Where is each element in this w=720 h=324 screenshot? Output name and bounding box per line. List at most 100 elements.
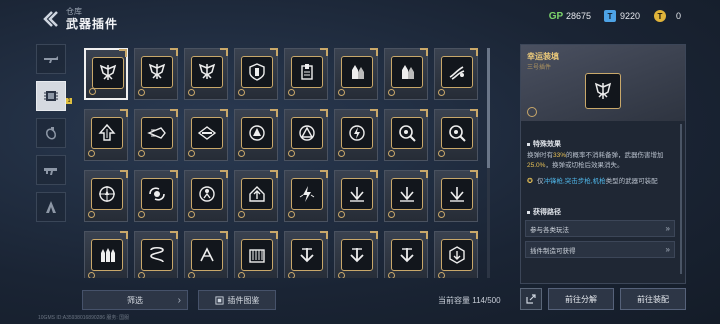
- effect-title: 特殊效果: [527, 139, 561, 149]
- plugin-slot[interactable]: [184, 109, 228, 161]
- lock-badge-icon: [238, 89, 245, 96]
- rarity-corner: [320, 170, 328, 178]
- chip-icon: [44, 91, 58, 101]
- page-title: 武器插件: [66, 17, 119, 31]
- character-icon: [46, 201, 56, 213]
- lock-badge-icon: [338, 272, 345, 278]
- plugin-slot[interactable]: [334, 170, 378, 222]
- plugin-slot[interactable]: [134, 109, 178, 161]
- gp-icon: GP: [548, 10, 564, 22]
- plugin-slot[interactable]: [434, 109, 478, 161]
- route-item[interactable]: 插件制造可获得 »: [525, 241, 675, 258]
- filter-button[interactable]: 筛选 ›: [82, 290, 188, 310]
- lock-badge-icon: [388, 211, 395, 218]
- plugin-slot[interactable]: [384, 48, 428, 100]
- plugin-slot[interactable]: [284, 170, 328, 222]
- plugin-slot[interactable]: [384, 170, 428, 222]
- route-item[interactable]: 参与各类玩法 »: [525, 220, 675, 237]
- footer-id: 10GMS ID:A35938016890286 服务: 国服: [38, 315, 130, 321]
- jet-icon: [147, 127, 166, 139]
- lock-badge-icon: [338, 150, 345, 157]
- lock-badge-icon: [238, 211, 245, 218]
- lock-badge-icon: [188, 89, 195, 96]
- plugin-slot[interactable]: [434, 231, 478, 278]
- tab-rifle[interactable]: [36, 44, 66, 74]
- plugin-slot[interactable]: [84, 48, 128, 100]
- plugin-slot[interactable]: [84, 170, 128, 222]
- tab-character[interactable]: [36, 192, 66, 222]
- codex-button[interactable]: 插件图鉴: [198, 290, 276, 310]
- arrow-down-icon: [300, 248, 314, 263]
- capacity-text: 当前容量 114/500: [438, 296, 501, 305]
- equip-button[interactable]: 前往装配: [620, 288, 686, 310]
- bullets-icon: [352, 65, 364, 79]
- panel-scrollbar[interactable]: [680, 124, 682, 274]
- back-button[interactable]: [38, 8, 62, 30]
- plugin-slot[interactable]: [184, 170, 228, 222]
- shield-bullet-icon: [249, 63, 265, 81]
- decompose-label: 前往分解: [565, 294, 597, 304]
- lock-badge-icon: [88, 150, 95, 157]
- lock-badge-icon: [89, 88, 96, 95]
- plugin-slot[interactable]: [234, 170, 278, 222]
- plugin-slot[interactable]: [84, 231, 128, 278]
- house-up-icon: [249, 186, 265, 202]
- plugin-icon-frame: [141, 117, 173, 149]
- grid-scrollbar-thumb[interactable]: [487, 48, 490, 168]
- star-icon: ✪: [527, 178, 533, 185]
- plugin-icon-frame: [141, 239, 173, 271]
- plugin-type: 三号插件: [527, 65, 552, 71]
- plugin-icon-frame: [241, 178, 273, 210]
- arrow-down-icon: [400, 248, 414, 263]
- plugin-slot[interactable]: [134, 231, 178, 278]
- plugin-slot[interactable]: [184, 48, 228, 100]
- codex-icon: [214, 295, 224, 305]
- plugin-icon-frame: [291, 117, 323, 149]
- plugin-slot[interactable]: [434, 170, 478, 222]
- rarity-corner: [220, 170, 228, 178]
- tab-assault-rifle[interactable]: [36, 155, 66, 185]
- bullets-bars-icon: [101, 248, 115, 262]
- tab-grenade[interactable]: [36, 118, 66, 148]
- rarity-corner: [270, 231, 278, 239]
- plugin-slot[interactable]: [184, 231, 228, 278]
- plugin-slot[interactable]: [334, 109, 378, 161]
- plugin-slot[interactable]: [384, 231, 428, 278]
- plugin-slot[interactable]: [284, 48, 328, 100]
- desc-highlight: 33%: [553, 152, 567, 159]
- plugin-slot[interactable]: [284, 231, 328, 278]
- triangle-ring-icon: [299, 125, 315, 141]
- plugin-slot[interactable]: [284, 109, 328, 161]
- plugin-slot[interactable]: [334, 48, 378, 100]
- route-title: 获得路径: [527, 207, 561, 217]
- chevron-right-icon: ›: [177, 294, 181, 306]
- plugin-slot[interactable]: [334, 231, 378, 278]
- plugin-slot[interactable]: [384, 109, 428, 161]
- double-chevron-icon: »: [665, 224, 670, 233]
- rarity-corner: [420, 48, 428, 56]
- wings-chevron-icon: [99, 64, 117, 80]
- plugin-icon-frame: [291, 239, 323, 271]
- note-weapon-types: 冲锋枪,突击步枪,机枪: [543, 178, 606, 185]
- rarity-corner: [270, 170, 278, 178]
- plugin-slot[interactable]: [234, 109, 278, 161]
- rarity-corner: [120, 109, 128, 117]
- spring-icon: [150, 246, 164, 263]
- decompose-button[interactable]: 前往分解: [548, 288, 614, 310]
- share-button[interactable]: [520, 288, 542, 310]
- plugin-slot[interactable]: [434, 48, 478, 100]
- route-label: 插件制造可获得: [530, 247, 576, 255]
- detail-header: 幸运装填 三号插件: [521, 45, 685, 121]
- plugin-slot[interactable]: [134, 170, 178, 222]
- lock-badge-icon: [288, 272, 295, 278]
- plugin-icon-frame: [341, 178, 373, 210]
- plugin-slot[interactable]: [134, 48, 178, 100]
- plugin-slot[interactable]: [234, 231, 278, 278]
- plugin-slot[interactable]: [84, 109, 128, 161]
- lock-badge-icon: [438, 150, 445, 157]
- plugin-icon-frame: [91, 117, 123, 149]
- lock-badge-icon: [238, 272, 245, 278]
- target-triangle-icon: [249, 125, 265, 141]
- plugin-slot[interactable]: [234, 48, 278, 100]
- tab-chip[interactable]: 1: [36, 81, 72, 111]
